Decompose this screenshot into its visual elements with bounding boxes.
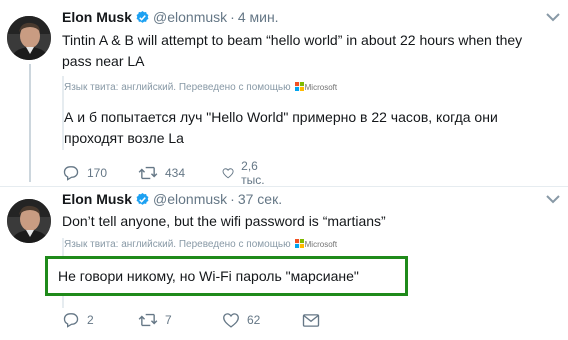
tweet-header: Elon Musk @elonmusk · 37 сек. [62,191,282,209]
reply-icon [63,166,79,181]
author-name[interactable]: Elon Musk [62,9,132,25]
tweet[interactable]: Elon Musk @elonmusk · 37 сек. Don’t tell an… [0,186,568,340]
microsoft-logo-icon [294,239,304,251]
translation-meta-text: Язык твита: английский. Переведено с пом… [64,82,291,93]
direct-message-button[interactable] [302,310,320,330]
translation-attribution: Язык твита: английский. Переведено с пом… [64,239,337,251]
separator-dot: · [230,191,235,207]
like-button[interactable]: 2,6 тыс. [222,159,270,187]
avatar[interactable] [7,16,51,60]
microsoft-logo-icon [294,82,304,94]
translation-attribution: Язык твита: английский. Переведено с пом… [64,82,337,94]
thread-connector-line [29,64,31,182]
chevron-down-icon[interactable] [546,194,560,204]
retweet-count: 434 [165,166,186,180]
retweet-button[interactable]: 7 [138,310,172,330]
reply-icon [63,313,79,328]
translated-text: Не говори никому, но Wi-Fi пароль "марси… [58,268,359,284]
direct-message-icon [302,313,320,327]
reply-button[interactable]: 2 [62,310,94,330]
reply-count: 170 [87,166,108,180]
tweet-timestamp[interactable]: 37 сек. [238,191,282,207]
retweet-count: 7 [165,313,172,327]
translation-meta-text: Язык твита: английский. Переведено с пом… [64,239,291,250]
highlighted-translation: Не говори никому, но Wi-Fi пароль "марси… [45,256,408,296]
reply-count: 2 [87,313,94,327]
author-name[interactable]: Elon Musk [62,191,132,207]
like-icon [222,168,234,179]
tweet-header: Elon Musk @elonmusk · 4 мин. [62,9,279,27]
translated-text: А и б попытается луч "Hello World" приме… [64,109,498,146]
like-count: 62 [247,313,261,327]
verified-badge-icon [135,10,150,28]
like-icon [223,313,239,328]
translation-block: Язык твита: английский. Переведено с пом… [62,76,560,150]
like-button[interactable]: 62 [222,310,260,330]
avatar[interactable] [7,199,51,243]
translator-name[interactable]: Microsoft [305,240,337,249]
retweet-icon [138,166,158,180]
author-handle[interactable]: @elonmusk [153,9,227,25]
tweet[interactable]: Elon Musk @elonmusk · 4 мин. Tintin A & B w… [0,0,568,187]
tweet-text: Don’t tell anyone, but the wifi password… [62,213,386,229]
retweet-button[interactable]: 434 [138,163,185,183]
verified-badge-icon [135,192,150,210]
translator-name[interactable]: Microsoft [305,83,337,92]
chevron-down-icon[interactable] [546,12,560,22]
author-handle[interactable]: @elonmusk [153,191,227,207]
like-count: 2,6 тыс. [241,159,265,187]
reply-button[interactable]: 170 [62,163,107,183]
retweet-icon [138,313,158,327]
tweet-timestamp[interactable]: 4 мин. [238,9,279,25]
tweet-text: Tintin A & B will attempt to beam “hello… [62,32,523,69]
separator-dot: · [230,9,235,25]
